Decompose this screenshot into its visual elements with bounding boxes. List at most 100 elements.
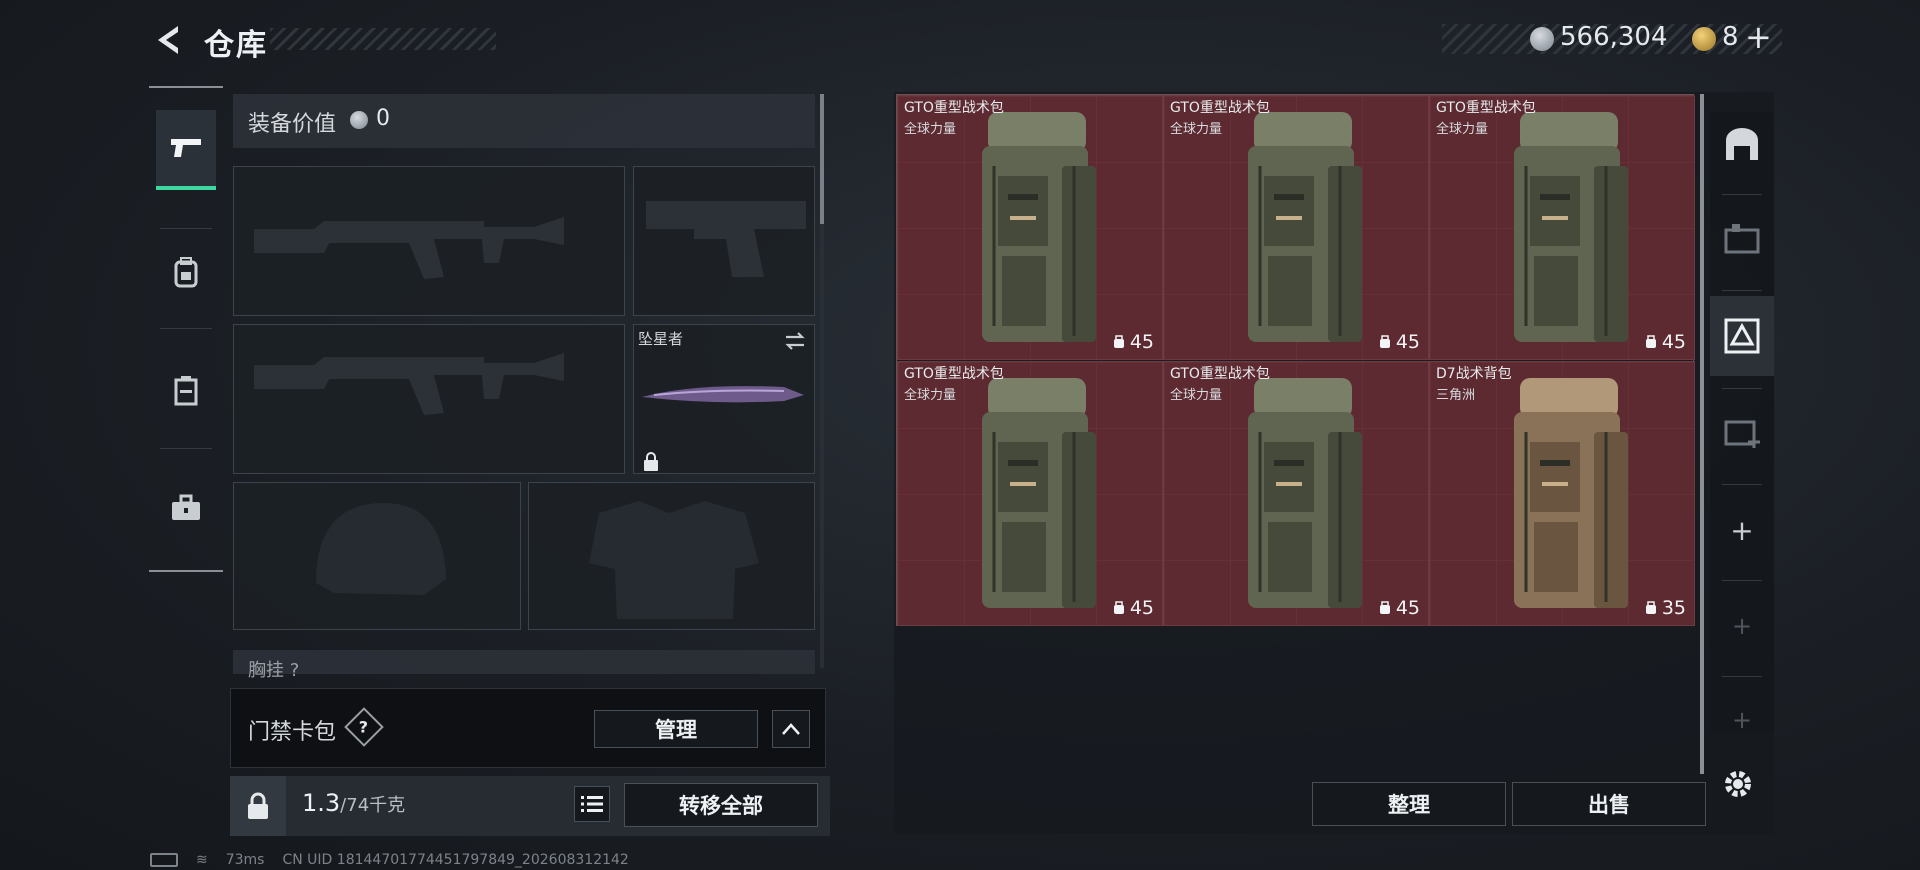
- safe-box-icon: [1726, 128, 1758, 160]
- item-brand: 全球力量: [1436, 122, 1489, 137]
- transfer-all-button[interactable]: 转移全部: [624, 783, 818, 827]
- tab-divider: [1722, 290, 1762, 291]
- battery-icon: [150, 853, 178, 867]
- equipment-value-label: 装备价值: [248, 112, 337, 137]
- inventory-scrollbar[interactable]: [1700, 94, 1704, 774]
- backpack-icon: [1514, 112, 1628, 342]
- backpack-capacity-icon: [1645, 335, 1656, 348]
- backpack-capacity-icon: [1113, 601, 1124, 614]
- settings-icon[interactable]: [1718, 764, 1758, 804]
- backpack-icon: [982, 112, 1096, 342]
- tab-storage-1[interactable]: [1710, 198, 1774, 278]
- nav-divider: [160, 328, 212, 329]
- add-storage-button-locked: +: [1731, 612, 1753, 640]
- status-bar: ≋ 73ms CN UID 1814470177445179784​9_2026…: [150, 852, 629, 868]
- nav-divider: [160, 228, 212, 229]
- swap-icon[interactable]: [784, 330, 806, 352]
- backpack-icon: [1248, 378, 1362, 608]
- item-name: D7战术背包: [1436, 366, 1512, 382]
- sidearm-slot[interactable]: [633, 166, 815, 316]
- chest-rig-slot[interactable]: [233, 650, 815, 674]
- rifle-silhouette-icon: [254, 353, 564, 415]
- back-icon[interactable]: [150, 22, 186, 58]
- armor-silhouette-icon: [589, 501, 759, 619]
- tab-storage-add[interactable]: [1710, 392, 1774, 472]
- wifi-icon: ≋: [196, 852, 208, 868]
- item-capacity: 45: [1378, 597, 1420, 619]
- nav-rail-bottom-line: [149, 570, 223, 572]
- item-name: GTO重型战术包: [904, 366, 1004, 382]
- item-brand: 全球力量: [1170, 122, 1223, 137]
- keycard-label: 门禁卡包: [248, 720, 337, 745]
- nav-divider: [160, 448, 212, 449]
- backpack-capacity-icon: [1379, 335, 1390, 348]
- inventory-item[interactable]: GTO重型战术包 全球力量 45: [1163, 95, 1429, 360]
- page-title: 仓库: [204, 28, 268, 63]
- tab-safe-box[interactable]: [1710, 104, 1774, 184]
- list-view-button[interactable]: [574, 786, 610, 822]
- title-decoration: [270, 28, 496, 50]
- uid-text: CN UID 1814470177445179784​9_20260831214…: [282, 852, 629, 868]
- item-brand: 全球力量: [904, 122, 957, 137]
- backpack-icon: [982, 378, 1096, 608]
- sell-button[interactable]: 出售: [1512, 782, 1706, 826]
- case-nav-icon: [172, 494, 200, 520]
- backpack-capacity-icon: [1645, 601, 1656, 614]
- storage-add-icon: [1724, 420, 1760, 448]
- inventory-item[interactable]: GTO重型战术包 全球力量 45: [897, 361, 1163, 626]
- vest-nav-icon: [174, 376, 198, 406]
- item-name: GTO重型战术包: [1170, 100, 1270, 116]
- add-storage-button-locked: +: [1731, 706, 1753, 734]
- backpack-icon: [1248, 112, 1362, 342]
- inventory-item[interactable]: GTO重型战术包 全球力量 45: [1429, 95, 1695, 360]
- manage-button[interactable]: 管理: [594, 710, 758, 748]
- capacity-lock[interactable]: [230, 776, 286, 836]
- helmet-slot[interactable]: [233, 482, 521, 630]
- inventory-item[interactable]: GTO重型战术包 全球力量 45: [1163, 361, 1429, 626]
- nav-case[interactable]: [156, 468, 216, 548]
- tab-divider: [1722, 676, 1762, 677]
- nav-vest[interactable]: [156, 350, 216, 430]
- tab-storage-active[interactable]: [1710, 296, 1774, 376]
- equipment-value: 0: [376, 106, 390, 131]
- item-name: GTO重型战术包: [1436, 100, 1536, 116]
- backpack-capacity-icon: [1379, 601, 1390, 614]
- nav-backpack[interactable]: [156, 232, 216, 312]
- primary-weapon-slot[interactable]: [233, 166, 625, 316]
- inventory-item[interactable]: GTO重型战术包 全球力量 45: [897, 95, 1163, 360]
- backpack-capacity-icon: [1113, 335, 1124, 348]
- lock-icon: [644, 452, 658, 471]
- nav-rail-top-line: [149, 86, 223, 88]
- armor-slot[interactable]: [528, 482, 815, 630]
- helmet-silhouette-icon: [316, 503, 446, 595]
- backpack-icon: [1514, 378, 1628, 608]
- tab-divider: [1722, 484, 1762, 485]
- collapse-button[interactable]: [772, 710, 810, 748]
- gold-amount: 8: [1722, 22, 1739, 52]
- lock-icon: [248, 792, 268, 819]
- loadout-scroll-thumb[interactable]: [820, 94, 824, 224]
- nav-weapons[interactable]: [156, 110, 216, 190]
- add-currency-button[interactable]: +: [1745, 18, 1772, 56]
- inventory-item[interactable]: D7战术背包 三角洲 35: [1429, 361, 1695, 626]
- secondary-weapon-slot[interactable]: [233, 324, 625, 474]
- silver-coin-icon: [350, 111, 368, 129]
- chest-rig-label: 胸挂 ?: [248, 660, 300, 681]
- item-name: GTO重型战术包: [904, 100, 1004, 116]
- list-icon: [581, 796, 603, 812]
- add-storage-button[interactable]: +: [1710, 490, 1774, 570]
- item-brand: 全球力量: [904, 388, 957, 403]
- melee-item-name: 坠星者: [638, 330, 684, 348]
- item-brand: 三角洲: [1436, 388, 1476, 403]
- sort-button[interactable]: 整理: [1312, 782, 1506, 826]
- storage-active-icon: [1724, 318, 1760, 354]
- storage-icon: [1724, 224, 1760, 254]
- chevron-up-icon: [782, 723, 800, 735]
- item-capacity: 45: [1112, 331, 1154, 353]
- item-capacity: 35: [1644, 597, 1686, 619]
- item-name: GTO重型战术包: [1170, 366, 1270, 382]
- rifle-silhouette-icon: [254, 217, 564, 279]
- inventory-grid: GTO重型战术包 全球力量 45 GTO重型战术包 全球力量 45 GTO重型战…: [896, 94, 1695, 626]
- silver-coin-icon: [1530, 27, 1554, 51]
- ping-text: 73ms: [225, 852, 265, 868]
